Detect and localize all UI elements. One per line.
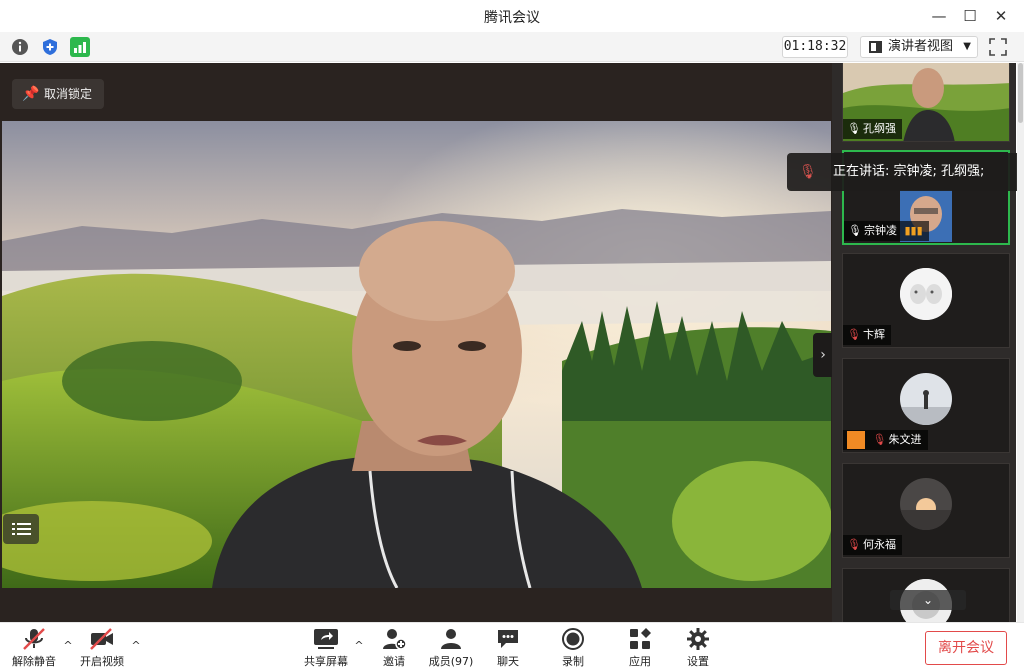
- info-icon[interactable]: [10, 37, 30, 57]
- leave-meeting-button[interactable]: 离开会议: [925, 631, 1007, 665]
- participant-name-tag: 🎙 孔纲强: [843, 119, 902, 139]
- participant-gallery: 🎙 孔纲强 🎙 宗钟凌 ▮▮▮ 🎙 卞辉 🎙 朱文进 🎙 何永福: [832, 63, 1016, 622]
- bottom-toolbar: 解除静音 ^ 开启视频 ^ 共享屏幕 ^ 邀请 成员(97) 聊天 录制 应用 …: [0, 622, 1024, 669]
- signal-strength-icon[interactable]: [70, 37, 90, 57]
- microphone-muted-icon: 🎙: [847, 328, 861, 341]
- unmute-button[interactable]: 解除静音: [4, 627, 64, 669]
- participant-name-tag: 🎙 朱文进: [843, 430, 928, 450]
- unpin-label: 取消锁定: [44, 87, 93, 101]
- fullscreen-icon[interactable]: [988, 37, 1008, 57]
- meeting-info-bar: 01:18:32 演讲者视图 ▼: [0, 32, 1024, 62]
- speaking-text: 正在讲话: 宗钟凌; 孔纲强;: [833, 164, 985, 179]
- apps-label: 应用: [629, 655, 651, 668]
- invite-icon: [383, 629, 407, 650]
- minimize-icon[interactable]: —: [928, 5, 950, 27]
- chat-button[interactable]: 聊天: [478, 627, 538, 669]
- share-screen-button[interactable]: 共享屏幕: [296, 627, 356, 669]
- settings-button[interactable]: 设置: [668, 627, 728, 669]
- apps-icon: [630, 628, 651, 649]
- microphone-muted-icon: [23, 628, 45, 650]
- apps-button[interactable]: 应用: [610, 627, 670, 669]
- participant-tile[interactable]: 🎙 孔纲强: [842, 63, 1010, 142]
- share-screen-label: 共享屏幕: [304, 655, 348, 668]
- pin-icon: 📌: [22, 86, 40, 102]
- list-icon[interactable]: [3, 514, 39, 544]
- avatar: [900, 268, 952, 320]
- close-icon[interactable]: ✕: [990, 5, 1012, 27]
- video-off-icon: [90, 628, 113, 650]
- unmute-label: 解除静音: [12, 655, 56, 668]
- participant-tile[interactable]: 🎙 何永福: [842, 463, 1010, 558]
- microphone-icon: 🎙: [847, 122, 861, 135]
- speaking-indicator: 🎙 正在讲话: 宗钟凌; 孔纲强;: [787, 153, 1024, 191]
- view-mode-label: 演讲者视图: [888, 39, 954, 54]
- scroll-down-chevron-icon[interactable]: ⌄: [890, 590, 966, 610]
- start-video-label: 开启视频: [80, 655, 124, 668]
- avatar: [900, 373, 952, 425]
- invite-button[interactable]: 邀请: [364, 627, 424, 669]
- record-button[interactable]: 录制: [543, 627, 603, 669]
- unpin-button[interactable]: 📌 取消锁定: [12, 79, 105, 109]
- participant-name-tag: 🎙 何永福: [843, 535, 902, 555]
- title-bar: 腾讯会议 — ☐ ✕: [0, 0, 1024, 32]
- chat-icon: [498, 630, 518, 648]
- scrollbar[interactable]: [1017, 63, 1024, 622]
- participant-name: 朱文进: [888, 433, 922, 446]
- view-mode-select[interactable]: 演讲者视图 ▼: [860, 36, 978, 58]
- members-label: 成员(97): [428, 655, 474, 668]
- members-icon: [441, 629, 461, 649]
- scrollbar-thumb[interactable]: [1018, 63, 1023, 123]
- speaker-view-icon: [869, 41, 882, 53]
- microphone-muted-icon: 🎙: [847, 538, 861, 551]
- host-badge-icon: [847, 431, 865, 449]
- record-icon: [562, 628, 584, 650]
- record-label: 录制: [562, 655, 584, 668]
- members-button[interactable]: 成员(97): [421, 627, 481, 669]
- settings-label: 设置: [687, 655, 709, 668]
- participant-name-tag: 🎙 卞辉: [843, 325, 891, 345]
- participant-name: 何永福: [863, 538, 896, 551]
- microphone-muted-icon: 🎙: [799, 164, 817, 180]
- audio-level-icon: ▮▮▮: [904, 224, 923, 237]
- participant-name-tag: 🎙 宗钟凌 ▮▮▮: [844, 221, 929, 241]
- share-screen-icon: [314, 629, 338, 649]
- microphone-muted-icon: 🎙: [872, 433, 887, 446]
- invite-label: 邀请: [383, 655, 405, 668]
- participant-name: 宗钟凌: [864, 224, 897, 237]
- gear-icon: [687, 628, 709, 650]
- chat-label: 聊天: [497, 655, 519, 668]
- start-video-button[interactable]: 开启视频: [72, 627, 132, 669]
- participant-tile[interactable]: 🎙 朱文进: [842, 358, 1010, 453]
- microphone-icon: 🎙: [848, 224, 862, 237]
- maximize-icon[interactable]: ☐: [959, 5, 981, 27]
- meeting-timer: 01:18:32: [782, 36, 848, 58]
- participant-name: 孔纲强: [863, 122, 896, 135]
- participant-tile[interactable]: 🎙 卞辉: [842, 253, 1010, 348]
- window-title: 腾讯会议: [484, 10, 540, 26]
- collapse-sidebar-chevron-icon[interactable]: ›: [813, 333, 833, 377]
- security-shield-icon[interactable]: [40, 37, 60, 57]
- chevron-down-icon: ▼: [963, 41, 971, 52]
- participant-name: 卞辉: [863, 328, 885, 341]
- video-options-chevron-icon[interactable]: ^: [130, 639, 142, 652]
- avatar: [900, 478, 952, 530]
- presenter-video: [2, 121, 831, 588]
- main-video-stage: 📌 取消锁定 ›: [0, 63, 833, 622]
